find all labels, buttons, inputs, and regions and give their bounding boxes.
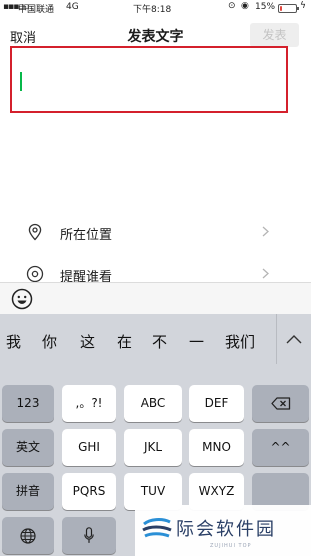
key-english[interactable]: 英文 [2,429,54,466]
expand-candidates-button[interactable] [276,314,311,364]
carrier-label: 中国联通 [18,5,55,15]
key-pqrs[interactable]: PQRS [62,473,116,510]
key-def[interactable]: DEF [189,385,244,422]
chevron-right-icon [262,268,269,279]
orientation-lock-icon: ⊙ [228,1,236,11]
candidate-word[interactable]: 这 [80,331,95,352]
chevron-right-icon [262,226,269,237]
delete-key[interactable] [252,385,309,422]
text-caret [20,72,22,91]
candidate-word[interactable]: 我 [6,331,21,352]
delete-icon [270,397,290,410]
key-ghi[interactable]: GHI [62,429,116,466]
candidate-word[interactable]: 不 [152,331,167,352]
key-123[interactable]: 123 [2,385,54,422]
candidate-word[interactable]: 在 [117,331,132,352]
microphone-key[interactable] [62,517,116,554]
emoji-icon[interactable] [11,288,33,310]
location-pin-icon [28,223,42,241]
mic-icon [84,527,94,543]
key-mno[interactable]: MNO [189,429,244,466]
key-jkl[interactable]: JKL [124,429,182,466]
status-time: 下午8:18 [133,5,172,15]
key-emoticon[interactable]: ^^ [252,429,309,466]
emoji-toolbar [0,282,311,314]
network-label: 4G [66,2,79,12]
globe-icon [20,527,36,544]
key-pinyin[interactable]: 拼音 [2,473,54,510]
key-punctuation[interactable]: ,。?! [62,385,116,422]
candidate-word[interactable]: 我们 [225,331,255,352]
candidate-word[interactable]: 一 [189,331,204,352]
candidate-word[interactable]: 你 [42,331,57,352]
battery-level [280,6,282,11]
globe-key[interactable] [2,517,54,554]
publish-button[interactable]: 发表 [250,23,299,47]
compose-text-field[interactable] [10,46,288,113]
watermark-name: 际会软件园 [176,519,276,540]
status-bar: ▪▪▪▫▫ 中国联通 4G 下午8:18 ⊙ ◉ 15% ϟ [0,0,311,16]
battery-icon [278,4,299,13]
alarm-icon: ◉ [241,1,249,11]
candidate-bar: 我 你 这 在 不 一 我们 [0,314,311,364]
location-label: 所在位置 [60,228,113,243]
at-icon [26,265,44,283]
battery-percent: 15% [255,2,276,12]
location-option[interactable]: 所在位置 [0,212,311,252]
chevron-up-icon [286,335,302,344]
charging-icon: ϟ [300,1,306,11]
watermark-subtitle: ZUJIHUI TOP [210,543,252,549]
watermark-logo-icon [142,518,172,538]
key-abc[interactable]: ABC [124,385,182,422]
watermark: 际会软件园 ZUJIHUI TOP [135,505,311,556]
